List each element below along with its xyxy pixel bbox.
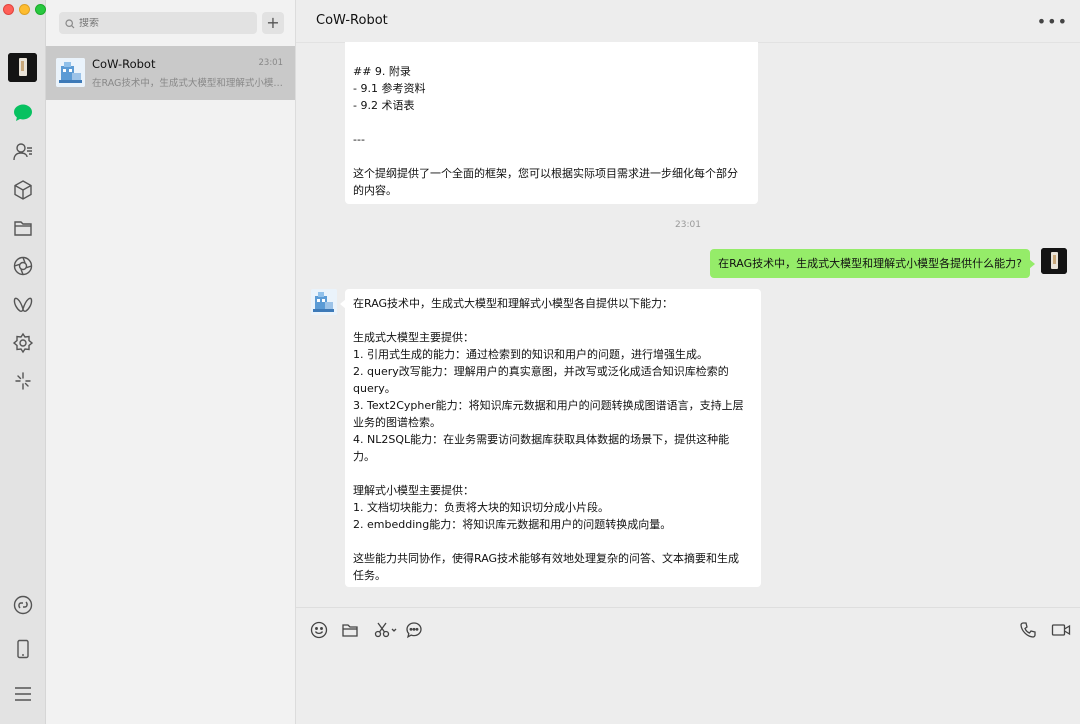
channels-icon[interactable]	[10, 291, 36, 317]
user-avatar[interactable]	[1041, 248, 1067, 274]
reply-line: 业务的图谱检索。	[353, 416, 441, 429]
more-options-icon[interactable]: •••	[1037, 12, 1068, 31]
previous-message-bubble[interactable]: ## 9. 附录 - 9.1 参考资料 - 9.2 术语表 --- 这个提纲提供…	[345, 42, 758, 204]
bot-reply-bubble[interactable]: 在RAG技术中，生成式大模型和理解式小模型各自提供以下能力： 生成式大模型主要提…	[340, 289, 761, 587]
message-line	[353, 148, 750, 165]
message-line: ## 9. 附录	[353, 65, 411, 78]
emoji-icon[interactable]	[309, 620, 329, 640]
zoom-window-button[interactable]	[35, 4, 46, 15]
search-box[interactable]	[59, 12, 257, 34]
reply-line: 这些能力共同协作，使得RAG技术能够有效地处理复杂的问答、文本摘要和生成	[353, 552, 740, 565]
reply-line: 2. query改写能力：理解用户的真实意图，并改写或泛化成适合知识库检索的	[353, 365, 729, 378]
chat-icon[interactable]	[10, 100, 36, 126]
my-avatar[interactable]	[8, 53, 37, 82]
reply-line: 力。	[353, 450, 375, 463]
chat-history-icon[interactable]	[404, 620, 424, 640]
link-icon[interactable]	[10, 592, 36, 618]
reply-line: query。	[353, 382, 396, 395]
chat-panel: CoW-Robot ••• ## 9. 附录 - 9.1 参考资料 - 9.2 …	[296, 0, 1080, 724]
user-message-bubble[interactable]: 在RAG技术中，生成式大模型和理解式小模型各提供什么能力?	[710, 249, 1035, 278]
reply-line: 生成式大模型主要提供：	[353, 331, 474, 344]
cube-icon[interactable]	[10, 177, 36, 203]
message-line: - 9.1 参考资料	[353, 82, 426, 95]
message-line: ---	[353, 133, 365, 146]
search-icon	[65, 14, 75, 33]
scissors-icon[interactable]	[372, 620, 400, 640]
conversation-list: + CoW-Robot 23:01 在RAG技术中，生成式大模型和理解式小模型各…	[46, 0, 296, 724]
message-line	[353, 114, 750, 131]
reply-line: 任务。	[353, 569, 386, 582]
bot-avatar	[56, 58, 85, 87]
video-call-icon[interactable]	[1050, 620, 1072, 640]
conversation-item[interactable]: CoW-Robot 23:01 在RAG技术中，生成式大模型和理解式小模型各提供…	[46, 46, 295, 100]
plus-icon: +	[266, 13, 280, 32]
reply-line: 1. 文档切块能力：负责将大块的知识切分成小片段。	[353, 501, 609, 514]
sparkle-icon[interactable]	[10, 368, 36, 394]
search-input[interactable]	[79, 17, 249, 29]
reply-line	[353, 312, 753, 329]
minimize-window-button[interactable]	[19, 4, 30, 15]
message-line: 的内容。	[353, 184, 397, 197]
bot-avatar[interactable]	[311, 289, 337, 315]
reply-line: 理解式小模型主要提供：	[353, 484, 474, 497]
reply-line: 4. NL2SQL能力：在业务需要访问数据库获取具体数据的场景下，提供这种能	[353, 433, 730, 446]
reply-line	[353, 465, 753, 482]
conversation-time: 23:01	[258, 58, 284, 68]
mini-program-icon[interactable]	[10, 330, 36, 356]
folder-icon[interactable]	[10, 215, 36, 241]
reply-line: 1. 引用式生成的能力：通过检索到的知识和用户的问题，进行增强生成。	[353, 348, 708, 361]
reply-line	[353, 533, 753, 550]
contacts-icon[interactable]	[10, 139, 36, 165]
folder-icon[interactable]	[340, 620, 360, 640]
moments-icon[interactable]	[10, 253, 36, 279]
voice-call-icon[interactable]	[1018, 620, 1038, 640]
reply-line: 2. embedding能力：将知识库元数据和用户的问题转换成向量。	[353, 518, 672, 531]
conversation-name: CoW-Robot	[92, 57, 156, 71]
window-controls	[3, 4, 46, 15]
add-button[interactable]: +	[262, 12, 284, 34]
reply-line: 3. Text2Cypher能力：将知识库元数据和用户的问题转换成图谱语言，支持…	[353, 399, 744, 412]
message-composer[interactable]	[296, 607, 1080, 724]
menu-icon[interactable]	[10, 681, 36, 707]
close-window-button[interactable]	[3, 4, 14, 15]
message-line: - 9.2 术语表	[353, 99, 415, 112]
conversation-preview: 在RAG技术中，生成式大模型和理解式小模型各提供什么能力?	[92, 78, 284, 89]
message-line: 这个提纲提供了一个全面的框架，您可以根据实际项目需求进一步细化每个部分	[353, 167, 738, 180]
reply-line: 在RAG技术中，生成式大模型和理解式小模型各自提供以下能力：	[353, 297, 674, 310]
message-timestamp: 23:01	[675, 220, 701, 230]
phone-icon[interactable]	[10, 636, 36, 662]
chat-title: CoW-Robot	[316, 13, 388, 28]
nav-rail	[0, 0, 46, 724]
